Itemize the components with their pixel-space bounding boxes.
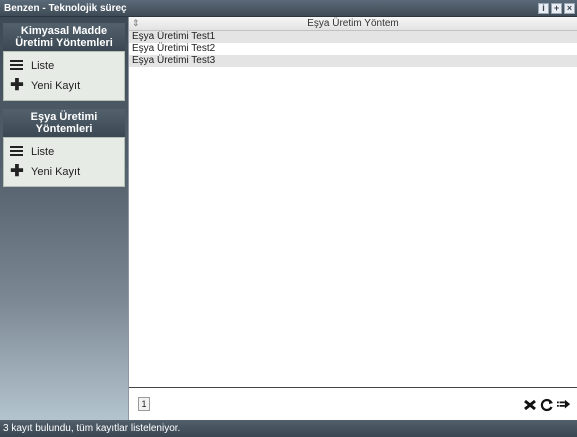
- panel-title: Eşya Üretimi Yöntemleri: [3, 109, 125, 137]
- column-header[interactable]: Eşya Üretim Yöntem: [129, 17, 577, 30]
- table-row[interactable]: Eşya Üretimi Test3: [129, 55, 577, 67]
- panel-body: Liste ✚ Yeni Kayıt: [3, 51, 125, 101]
- maximize-icon[interactable]: +: [551, 3, 562, 14]
- window-title: Benzen - Teknolojik süreç: [4, 3, 127, 14]
- refresh-icon[interactable]: [540, 398, 554, 412]
- list-icon: [10, 145, 24, 159]
- info-icon[interactable]: i: [538, 3, 549, 14]
- pager-bar: 1: [129, 387, 577, 420]
- sidebar-item-label: Liste: [31, 60, 55, 72]
- table-row[interactable]: Eşya Üretimi Test1: [129, 31, 577, 43]
- sidebar-item-yeni-kayit[interactable]: ✚ Yeni Kayıt: [10, 162, 118, 182]
- plus-icon: ✚: [10, 77, 24, 94]
- sidebar-item-liste[interactable]: Liste: [10, 56, 118, 76]
- pager-tools: [523, 398, 571, 412]
- window-controls: i + ×: [538, 3, 575, 14]
- table-row[interactable]: Eşya Üretimi Test2: [129, 43, 577, 55]
- grid-header[interactable]: ⇕ Eşya Üretim Yöntem: [129, 17, 577, 31]
- list-icon: [10, 59, 24, 73]
- panel-kimyasal: Kimyasal Madde Üretimi Yöntemleri Liste …: [3, 23, 125, 101]
- status-bar: 3 kayıt bulundu, tüm kayıtlar listeleniy…: [0, 420, 577, 437]
- sidebar-item-yeni-kayit[interactable]: ✚ Yeni Kayıt: [10, 76, 118, 96]
- sidebar: Kimyasal Madde Üretimi Yöntemleri Liste …: [0, 17, 128, 420]
- panel-title: Kimyasal Madde Üretimi Yöntemleri: [3, 23, 125, 51]
- panel-body: Liste ✚ Yeni Kayıt: [3, 137, 125, 187]
- clear-icon[interactable]: [523, 398, 537, 412]
- sidebar-item-label: Yeni Kayıt: [31, 80, 81, 92]
- data-grid: ⇕ Eşya Üretim Yöntem Eşya Üretimi Test1 …: [128, 17, 577, 420]
- sidebar-item-label: Yeni Kayıt: [31, 166, 81, 178]
- close-icon[interactable]: ×: [564, 3, 575, 14]
- export-icon[interactable]: [557, 398, 571, 412]
- sidebar-item-liste[interactable]: Liste: [10, 142, 118, 162]
- page-number-button[interactable]: 1: [138, 397, 150, 411]
- plus-icon: ✚: [10, 163, 24, 180]
- panel-esya: Eşya Üretimi Yöntemleri Liste ✚ Yeni Kay…: [3, 109, 125, 187]
- window-titlebar: Benzen - Teknolojik süreç i + ×: [0, 0, 577, 17]
- sidebar-item-label: Liste: [31, 146, 55, 158]
- status-text: 3 kayıt bulundu, tüm kayıtlar listeleniy…: [3, 423, 181, 434]
